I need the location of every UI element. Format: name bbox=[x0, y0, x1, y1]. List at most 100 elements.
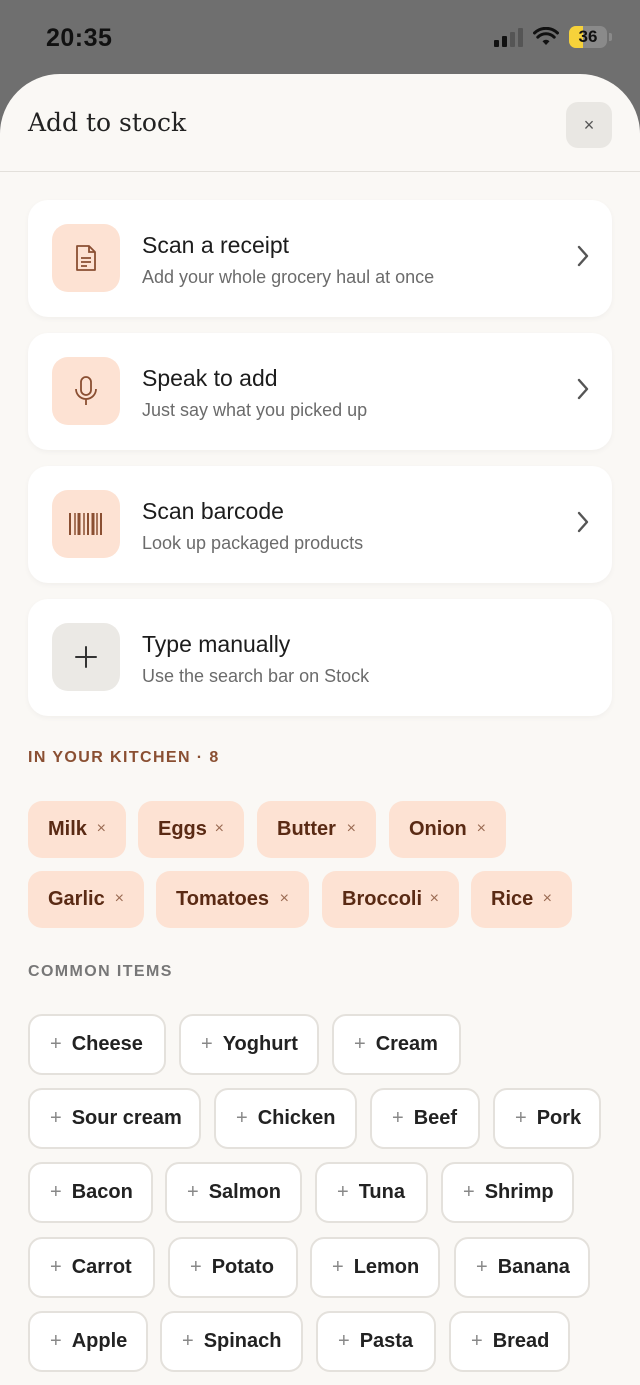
chip-label: Pasta bbox=[359, 1330, 414, 1352]
kitchen-chip-milk[interactable]: Milk × bbox=[28, 801, 126, 858]
plus-icon: + bbox=[471, 1330, 483, 1352]
chip-label: Sour cream bbox=[71, 1107, 182, 1129]
option-subtitle: Use the search bar on Stock bbox=[142, 666, 370, 686]
plus-icon: + bbox=[463, 1181, 475, 1203]
common-chip-chicken[interactable]: + Chicken bbox=[214, 1088, 357, 1149]
plus-icon: + bbox=[338, 1330, 350, 1352]
kitchen-chip-rice[interactable]: Rice × bbox=[471, 871, 572, 928]
option-title: Scan barcode bbox=[142, 498, 284, 524]
cellular-signal-icon bbox=[494, 27, 523, 47]
chevron-right-icon bbox=[577, 511, 589, 533]
plus-icon: + bbox=[50, 1256, 62, 1278]
chip-label: Apple bbox=[71, 1330, 128, 1352]
option-scan-barcode[interactable]: Scan barcode Look up packaged products bbox=[28, 466, 612, 583]
common-chip-pasta[interactable]: + Pasta bbox=[316, 1311, 436, 1372]
option-title: Scan a receipt bbox=[142, 232, 290, 258]
common-chip-banana[interactable]: + Banana bbox=[454, 1237, 590, 1298]
chip-label: Tomatoes bbox=[176, 888, 269, 910]
kitchen-chip-broccoli[interactable]: Broccoli × bbox=[322, 871, 459, 928]
receipt-icon bbox=[52, 224, 120, 292]
plus-icon: + bbox=[50, 1107, 62, 1129]
remove-icon[interactable]: × bbox=[430, 890, 439, 908]
plus-icon: + bbox=[515, 1107, 527, 1129]
chip-label: Cream bbox=[375, 1033, 438, 1055]
kitchen-chip-butter[interactable]: Butter × bbox=[257, 801, 376, 858]
chip-label: Beef bbox=[413, 1107, 458, 1129]
remove-icon[interactable]: × bbox=[477, 820, 486, 838]
remove-icon[interactable]: × bbox=[347, 820, 356, 838]
status-icons: 36 bbox=[494, 26, 612, 48]
remove-icon[interactable]: × bbox=[543, 890, 552, 908]
kitchen-chip-eggs[interactable]: Eggs × bbox=[138, 801, 244, 858]
common-chip-tuna[interactable]: + Tuna bbox=[315, 1162, 428, 1223]
plus-icon: + bbox=[50, 1033, 62, 1055]
battery-level: 36 bbox=[578, 27, 598, 46]
common-chip-beef[interactable]: + Beef bbox=[370, 1088, 480, 1149]
chip-label: Butter bbox=[277, 818, 336, 840]
plus-icon: + bbox=[182, 1330, 194, 1352]
common-chip-cream[interactable]: + Cream bbox=[332, 1014, 461, 1075]
common-chip-pork[interactable]: + Pork bbox=[493, 1088, 601, 1149]
chip-label: Chicken bbox=[257, 1107, 336, 1129]
plus-icon: + bbox=[50, 1181, 62, 1203]
common-chip-cheese[interactable]: + Cheese bbox=[28, 1014, 166, 1075]
option-subtitle: Just say what you picked up bbox=[142, 400, 368, 420]
kitchen-chip-tomatoes[interactable]: Tomatoes × bbox=[156, 871, 309, 928]
common-items-label: COMMON ITEMS bbox=[28, 963, 173, 980]
chip-label: Salmon bbox=[208, 1181, 281, 1203]
remove-icon[interactable]: × bbox=[115, 890, 124, 908]
common-chip-sour-cream[interactable]: + Sour cream bbox=[28, 1088, 201, 1149]
battery-icon: 36 bbox=[569, 26, 607, 48]
plus-icon: + bbox=[190, 1256, 202, 1278]
chevron-right-icon bbox=[577, 378, 589, 400]
remove-icon[interactable]: × bbox=[215, 820, 224, 838]
wifi-icon bbox=[533, 27, 559, 45]
option-scan-receipt[interactable]: Scan a receipt Add your whole grocery ha… bbox=[28, 200, 612, 317]
chip-label: Spinach bbox=[203, 1330, 282, 1352]
add-options-list: Scan a receipt Add your whole grocery ha… bbox=[28, 200, 612, 732]
chip-label: Bread bbox=[492, 1330, 550, 1352]
common-chip-potato[interactable]: + Potato bbox=[168, 1237, 298, 1298]
microphone-icon bbox=[52, 357, 120, 425]
plus-icon bbox=[52, 623, 120, 691]
option-speak-to-add[interactable]: Speak to add Just say what you picked up bbox=[28, 333, 612, 450]
plus-icon: + bbox=[236, 1107, 248, 1129]
status-bar: 20:35 36 bbox=[0, 0, 640, 76]
common-chip-spinach[interactable]: + Spinach bbox=[160, 1311, 303, 1372]
common-chip-salmon[interactable]: + Salmon bbox=[165, 1162, 302, 1223]
option-type-manually[interactable]: Type manually Use the search bar on Stoc… bbox=[28, 599, 612, 716]
remove-icon[interactable]: × bbox=[97, 820, 106, 838]
sheet-header: Add to stock × bbox=[0, 74, 640, 172]
plus-icon: + bbox=[392, 1107, 404, 1129]
common-chip-yoghurt[interactable]: + Yoghurt bbox=[179, 1014, 319, 1075]
plus-icon: + bbox=[476, 1256, 488, 1278]
chip-label: Banana bbox=[497, 1256, 570, 1278]
status-time: 20:35 bbox=[46, 24, 113, 52]
chip-label: Milk bbox=[48, 818, 87, 840]
chip-label: Rice bbox=[491, 888, 534, 910]
plus-icon: + bbox=[337, 1181, 349, 1203]
close-button[interactable]: × bbox=[566, 102, 612, 148]
option-title: Speak to add bbox=[142, 365, 278, 391]
plus-icon: + bbox=[50, 1330, 62, 1352]
kitchen-chip-onion[interactable]: Onion × bbox=[389, 801, 506, 858]
close-icon: × bbox=[583, 114, 595, 135]
option-subtitle: Add your whole grocery haul at once bbox=[142, 267, 435, 287]
plus-icon: + bbox=[201, 1033, 213, 1055]
kitchen-section-label: IN YOUR KITCHEN · 8 bbox=[28, 749, 220, 766]
common-chip-apple[interactable]: + Apple bbox=[28, 1311, 148, 1372]
chip-label: Yoghurt bbox=[222, 1033, 298, 1055]
chip-label: Tuna bbox=[358, 1181, 405, 1203]
chip-label: Broccoli bbox=[342, 888, 423, 910]
kitchen-chip-garlic[interactable]: Garlic × bbox=[28, 871, 144, 928]
option-title: Type manually bbox=[142, 631, 291, 657]
common-chip-shrimp[interactable]: + Shrimp bbox=[441, 1162, 574, 1223]
common-chip-bacon[interactable]: + Bacon bbox=[28, 1162, 153, 1223]
common-chip-carrot[interactable]: + Carrot bbox=[28, 1237, 155, 1298]
plus-icon: + bbox=[354, 1033, 366, 1055]
common-chip-bread[interactable]: + Bread bbox=[449, 1311, 570, 1372]
remove-icon[interactable]: × bbox=[280, 890, 289, 908]
sheet-title: Add to stock bbox=[28, 108, 187, 137]
chip-label: Onion bbox=[409, 818, 467, 840]
common-chip-lemon[interactable]: + Lemon bbox=[310, 1237, 440, 1298]
